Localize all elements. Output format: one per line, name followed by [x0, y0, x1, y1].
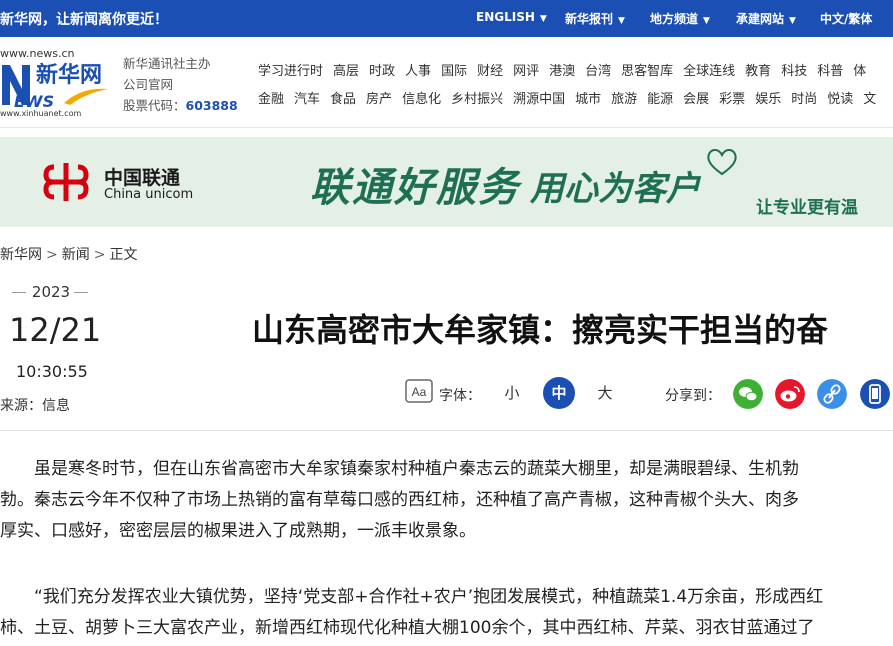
- weibo-share-icon[interactable]: [775, 379, 805, 409]
- site-header: www.news.cn 新华网 EWS www.xinhuanet.com 新华…: [0, 37, 893, 128]
- stock-info: 股票代码：603888: [123, 98, 238, 113]
- banner-slogan-1: 联通好服务: [310, 164, 520, 211]
- breadcrumb-separator: >: [46, 247, 58, 263]
- category-nav-item[interactable]: 科普: [817, 64, 843, 79]
- nav-local-channels[interactable]: 地方频道 ▼: [650, 10, 710, 27]
- category-nav-item[interactable]: 教育: [745, 64, 771, 79]
- category-nav-item[interactable]: 旅游: [611, 92, 637, 107]
- banner-brand-en: China unicom: [104, 187, 194, 202]
- font-size-label: 字体：: [439, 388, 481, 404]
- category-nav-item[interactable]: 思客智库: [621, 64, 673, 79]
- content-divider: [0, 430, 893, 431]
- article-paragraph-2: “我们充分发挥农业大镇优势，坚持‘党支部+合作社+农户’抱团发展模式，种植蔬菜1…: [0, 582, 893, 644]
- category-nav-item[interactable]: 能源: [647, 92, 673, 107]
- category-nav-item[interactable]: 城市: [575, 92, 601, 107]
- category-nav-item[interactable]: 全球连线: [683, 64, 735, 79]
- article-title: 山东高密市大牟家镇：擦亮实干担当的奋: [252, 311, 829, 349]
- ad-banner[interactable]: 中国联通 China unicom 联通好服务 用心为客户 让专业更有温: [0, 137, 893, 227]
- category-nav-item[interactable]: 文: [863, 92, 876, 107]
- nav-hosted-sites[interactable]: 承建网站 ▼: [736, 10, 796, 27]
- banner-slogan-2: 用心为客户: [530, 169, 700, 209]
- year-divider-right: [74, 292, 88, 293]
- logo-domain: www.xinhuanet.com: [0, 109, 82, 118]
- category-nav-item[interactable]: 食品: [330, 92, 356, 107]
- breadcrumb-home[interactable]: 新华网: [0, 247, 42, 263]
- link-share-icon[interactable]: [817, 379, 847, 409]
- logo-swoosh-icon: [64, 88, 108, 105]
- breadcrumb: 新华网 > 新闻 > 正文: [0, 244, 137, 264]
- breadcrumb-current: 正文: [109, 247, 138, 263]
- nav-language-toggle[interactable]: 中文/繁体: [820, 10, 872, 27]
- chevron-down-icon: ▼: [703, 16, 710, 26]
- chevron-down-icon: ▼: [618, 16, 625, 26]
- category-nav-item[interactable]: 时政: [369, 64, 395, 79]
- category-nav-item[interactable]: 会展: [683, 92, 709, 107]
- article-paragraph-1: 虽是寒冬时节，但在山东省高密市大牟家镇秦家村种植户秦志云的蔬菜大棚里，却是满眼碧…: [0, 454, 893, 547]
- nav-english-label: ENGLISH: [476, 10, 535, 24]
- site-slogan: 新华网，让新闻离你更近！: [0, 12, 168, 28]
- category-nav-item[interactable]: 娱乐: [755, 92, 781, 107]
- info-line-1: 新华通讯社主办: [123, 56, 211, 71]
- category-nav-item[interactable]: 人事: [405, 64, 431, 79]
- category-nav-item[interactable]: 体: [853, 64, 866, 79]
- paragraph-line: 柿、土豆、胡萝卜三大富农产业，新增西红柿现代化种植大棚100余个，其中西红柿、芹…: [0, 618, 815, 638]
- article-time: 10:30:55: [16, 362, 88, 381]
- breadcrumb-news[interactable]: 新闻: [62, 247, 90, 263]
- article-source: 来源：信息: [0, 398, 70, 414]
- category-nav-item[interactable]: 港澳: [549, 64, 575, 79]
- info-line-2[interactable]: 公司官网: [123, 74, 238, 95]
- nav-newspapers-label: 新华报刊: [565, 12, 614, 26]
- heart-icon: [707, 149, 737, 176]
- banner-slogan-3: 让专业更有温: [756, 198, 858, 218]
- category-nav-item[interactable]: 乡村振兴: [451, 92, 503, 107]
- font-size-small-button[interactable]: 小: [496, 377, 528, 409]
- article-date: 12/21: [9, 311, 102, 349]
- category-nav-item[interactable]: 房产: [366, 92, 392, 107]
- category-nav-row-2: 金融 汽车 食品 房产 信息化 乡村振兴 溯源中国 城市 旅游 能源 会展 彩票 娱乐 时尚 悦读文: [258, 88, 886, 107]
- share-label: 分享到：: [665, 388, 721, 404]
- category-nav-item[interactable]: 信息化: [402, 92, 441, 107]
- category-nav-item[interactable]: 高层: [333, 64, 359, 79]
- nav-local-label: 地方频道: [650, 12, 699, 26]
- nav-english[interactable]: ENGLISH ▼: [476, 10, 547, 24]
- category-nav-item[interactable]: 彩票: [719, 92, 745, 107]
- chevron-down-icon: ▼: [539, 14, 547, 24]
- top-bar: 新华网，让新闻离你更近！ ENGLISH ▼ 新华报刊 ▼ 地方频道 ▼ 承建网站 ▼ …: [0, 0, 893, 37]
- category-nav-row-1: 学习进行时 高层 时政 人事 国际 财经 网评 港澳 台湾 思客智库 全球连线 教育 科技 科普体: [258, 60, 876, 79]
- paragraph-line: 勃。秦志云今年不仅种了市场上热销的富有草莓口感的西红柿，还种植了高产青椒，这种青…: [0, 490, 799, 510]
- category-nav-item[interactable]: 财经: [477, 64, 503, 79]
- mobile-share-icon[interactable]: [860, 379, 890, 409]
- header-info: 新华通讯社主办 公司官网 股票代码：603888: [123, 53, 238, 116]
- nav-language-label: 中文/繁体: [820, 12, 873, 26]
- category-nav-item[interactable]: 金融: [258, 92, 284, 107]
- category-nav-item[interactable]: 学习进行时: [258, 64, 323, 79]
- stock-code[interactable]: 603888: [186, 98, 238, 113]
- paragraph-line: 虽是寒冬时节，但在山东省高密市大牟家镇秦家村种植户秦志云的蔬菜大棚里，却是满眼碧…: [0, 459, 799, 479]
- wechat-share-icon[interactable]: [733, 379, 763, 409]
- breadcrumb-separator: >: [93, 247, 106, 263]
- category-nav-item[interactable]: 科技: [781, 64, 807, 79]
- category-nav-item[interactable]: 台湾: [585, 64, 611, 79]
- font-size-medium-button[interactable]: 中: [543, 377, 575, 409]
- nav-newspapers[interactable]: 新华报刊 ▼: [565, 10, 625, 27]
- svg-text:Aa: Aa: [412, 385, 427, 399]
- category-nav-item[interactable]: 溯源中国: [513, 92, 565, 107]
- font-size-large-button[interactable]: 大: [589, 377, 621, 409]
- category-nav-item[interactable]: 悦读: [827, 92, 853, 107]
- nav-hosted-label: 承建网站: [736, 12, 785, 26]
- category-nav-item[interactable]: 网评: [513, 64, 539, 79]
- paragraph-line: “我们充分发挥农业大镇优势，坚持‘党支部+合作社+农户’抱团发展模式，种植蔬菜1…: [0, 587, 824, 607]
- category-nav-item[interactable]: 国际: [441, 64, 467, 79]
- font-size-icon: Aa: [405, 379, 433, 403]
- paragraph-line: 厚实、口感好，密密层层的椒果进入了成熟期，一派丰收景象。: [0, 521, 476, 541]
- chevron-down-icon: ▼: [789, 16, 796, 26]
- category-nav-item[interactable]: 时尚: [791, 92, 817, 107]
- banner-brand-cn: 中国联通: [104, 167, 181, 189]
- china-unicom-logo-icon: [43, 163, 89, 201]
- category-nav-item[interactable]: 汽车: [294, 92, 320, 107]
